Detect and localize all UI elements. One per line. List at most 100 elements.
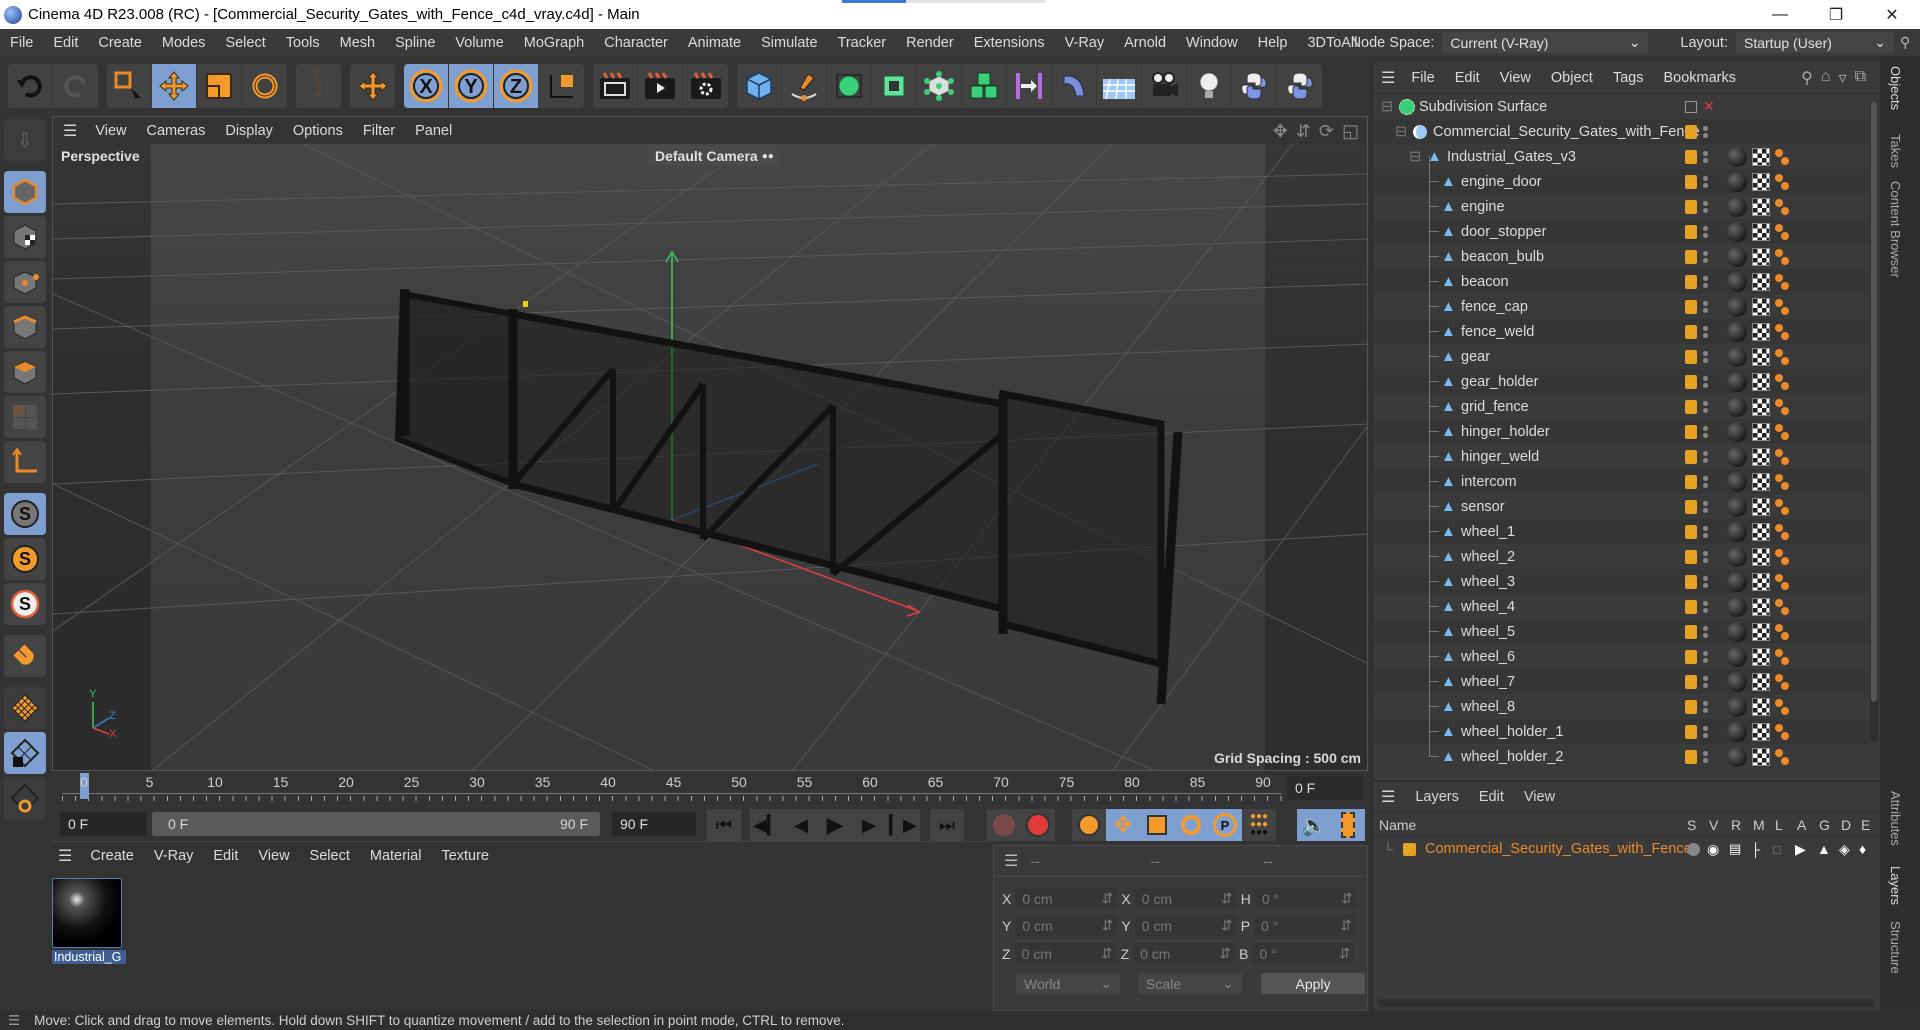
object-row[interactable]: ▲ beacon	[1373, 256, 1869, 294]
visibility-dots[interactable]	[1703, 225, 1709, 238]
object-row[interactable]: ▲ engine_door	[1373, 156, 1869, 194]
go-to-start-button[interactable]: ⏮	[707, 809, 741, 841]
node-space-dropdown[interactable]: Current (V-Ray) ⌄	[1442, 32, 1649, 53]
vray-tag-icon[interactable]	[1775, 472, 1795, 492]
object-menu-edit[interactable]: Edit	[1445, 70, 1490, 86]
generator-icon[interactable]: ▲	[1817, 841, 1831, 857]
viewport-menu-options[interactable]: Options	[283, 123, 353, 139]
visibility-dots[interactable]	[1703, 750, 1709, 763]
snap-button[interactable]: S	[4, 493, 46, 535]
camera-label[interactable]: Default Camera ●●	[649, 146, 780, 166]
layer-color-swatch[interactable]	[1685, 149, 1697, 164]
material-tag-icon[interactable]	[1727, 421, 1747, 442]
material-tag-icon[interactable]	[1727, 196, 1747, 217]
material-tag-icon[interactable]	[1727, 746, 1747, 767]
vray-tag-icon[interactable]	[1775, 697, 1795, 717]
record-keys-button[interactable]	[987, 809, 1021, 841]
material-menu-material[interactable]: Material	[360, 848, 432, 864]
layer-color-swatch[interactable]	[1685, 249, 1697, 264]
object-row-industrial-gates[interactable]: ⊟ ▲ Industrial_Gates_v3	[1373, 144, 1869, 169]
vray-tag-icon[interactable]	[1775, 147, 1795, 167]
layer-color-swatch[interactable]	[1685, 599, 1697, 614]
layer-color-swatch[interactable]	[1685, 674, 1697, 689]
texture-tag-icon[interactable]	[1752, 347, 1770, 366]
previous-keyframe-button[interactable]: ◀▎	[750, 809, 784, 841]
extrude-button[interactable]	[872, 64, 917, 108]
vray-tag-icon[interactable]	[1775, 522, 1795, 542]
object-row[interactable]: ▲ wheel_holder_1	[1373, 706, 1869, 744]
texture-tag-icon[interactable]	[1752, 622, 1770, 641]
size-z-field[interactable]: 0 cm ⇵	[1133, 943, 1236, 964]
key-pla-button[interactable]: ●●● ●●● ●●●	[1242, 809, 1276, 841]
rotate-tool-button[interactable]	[242, 64, 287, 108]
material-tag-icon[interactable]	[1727, 496, 1747, 517]
object-menu-file[interactable]: File	[1401, 70, 1444, 86]
layer-color-swatch[interactable]	[1685, 574, 1697, 589]
viewport-menu-panel[interactable]: Panel	[405, 123, 462, 139]
sound-button[interactable]: 🔈	[1297, 809, 1331, 841]
material-tag-icon[interactable]	[1727, 671, 1747, 692]
material-menu-edit[interactable]: Edit	[203, 848, 248, 864]
vray-tag-icon[interactable]	[1775, 222, 1795, 242]
next-keyframe-button[interactable]: ▎▶	[886, 809, 920, 841]
menu-arnold[interactable]: Arnold	[1114, 35, 1176, 51]
material-tag-icon[interactable]	[1727, 596, 1747, 617]
close-button[interactable]: ✕	[1864, 0, 1920, 29]
visibility-dots[interactable]	[1703, 375, 1709, 388]
layer-color-swatch[interactable]	[1685, 349, 1697, 364]
texture-tag-icon[interactable]	[1752, 372, 1770, 391]
key-scale-button[interactable]	[1140, 809, 1174, 841]
material-tag-icon[interactable]	[1727, 221, 1747, 242]
layer-col-generators[interactable]: G	[1819, 817, 1830, 833]
material-tag-icon[interactable]	[1727, 696, 1747, 717]
layer-color-swatch[interactable]	[1685, 749, 1697, 764]
object-row[interactable]: ▲ intercom	[1373, 456, 1869, 494]
vray-tag-icon[interactable]	[1775, 397, 1795, 417]
undo-button[interactable]	[8, 64, 53, 108]
material-tag-icon[interactable]	[1727, 246, 1747, 267]
vray-tag-icon[interactable]	[1775, 197, 1795, 217]
visibility-dots[interactable]	[1703, 725, 1709, 738]
layer-menu-icon[interactable]: ☰	[1381, 787, 1395, 807]
layer-color-swatch[interactable]	[1685, 324, 1697, 339]
layer-col-animation[interactable]: A	[1797, 817, 1806, 833]
vray-tag-icon[interactable]	[1775, 422, 1795, 442]
live-selection-button[interactable]	[107, 64, 152, 108]
material-tag-icon[interactable]	[1727, 571, 1747, 592]
menu-render[interactable]: Render	[896, 35, 964, 51]
size-mode-dropdown[interactable]: Scale ⌄	[1138, 973, 1242, 994]
python-generator-button[interactable]	[1277, 64, 1322, 108]
vray-tag-icon[interactable]	[1775, 722, 1795, 742]
object-row[interactable]: ▲ grid_fence	[1373, 381, 1869, 419]
tab-structure[interactable]: Structure	[1888, 921, 1903, 974]
vray-tag-icon[interactable]	[1775, 297, 1795, 317]
visibility-dots[interactable]	[1703, 575, 1709, 588]
pos-y-field[interactable]: 0 cm ⇵	[1015, 915, 1118, 936]
visibility-dots[interactable]	[1703, 250, 1709, 263]
texture-tag-icon[interactable]	[1752, 397, 1770, 416]
menu-character[interactable]: Character	[594, 35, 678, 51]
menu-modes[interactable]: Modes	[152, 35, 216, 51]
start-frame-field[interactable]: 0 F	[60, 812, 146, 836]
vray-tag-icon[interactable]	[1775, 447, 1795, 467]
menu-vray[interactable]: V-Ray	[1055, 35, 1115, 51]
array-button[interactable]	[917, 64, 962, 108]
coordinate-mode-dropdown[interactable]: World ⌄	[1016, 973, 1120, 994]
material-tag-icon[interactable]	[1727, 521, 1747, 542]
material-tag-icon[interactable]	[1727, 321, 1747, 342]
texture-tag-icon[interactable]	[1752, 472, 1770, 491]
snap-enable-button[interactable]: S	[4, 583, 46, 625]
pan-view-icon[interactable]: ✥	[1273, 121, 1288, 142]
visibility-dots[interactable]	[1703, 300, 1709, 313]
object-row[interactable]: ▲ beacon_bulb	[1373, 231, 1869, 269]
material-tag-icon[interactable]	[1727, 171, 1747, 192]
material-tag-icon[interactable]	[1727, 721, 1747, 742]
vray-tag-icon[interactable]	[1775, 622, 1795, 642]
end-frame-field[interactable]: 90 F	[612, 812, 696, 836]
texture-tag-icon[interactable]	[1752, 572, 1770, 591]
visibility-dots[interactable]	[1703, 625, 1709, 638]
y-axis-lock-button[interactable]: Y	[449, 64, 494, 108]
search-icon[interactable]: ⚲	[1801, 68, 1813, 88]
tab-takes[interactable]: Takes	[1888, 134, 1903, 168]
vray-tag-icon[interactable]	[1775, 172, 1795, 192]
